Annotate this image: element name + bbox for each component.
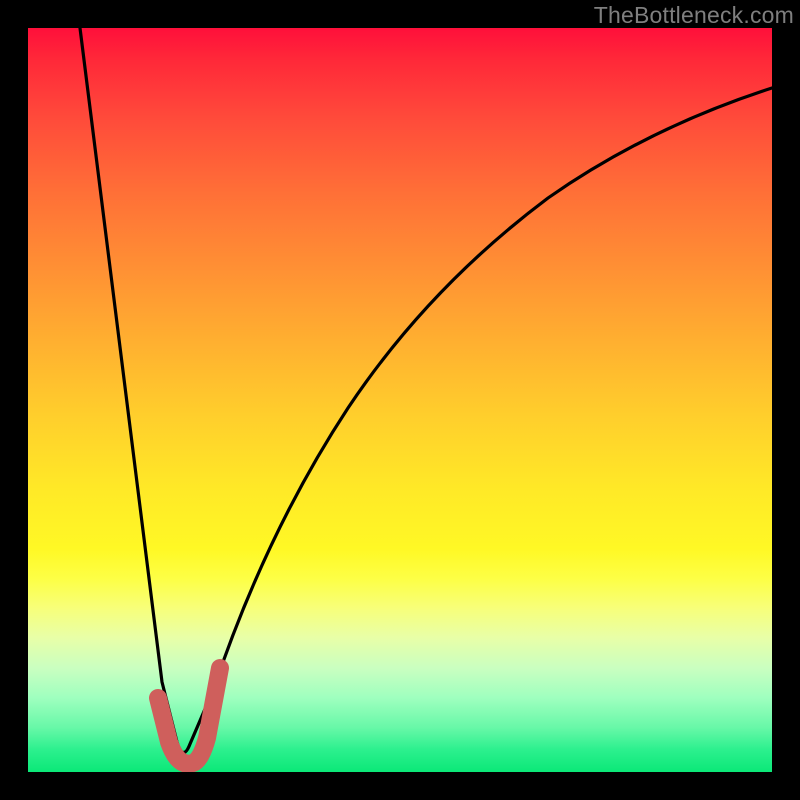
watermark-text: TheBottleneck.com bbox=[594, 2, 794, 29]
bottleneck-curve bbox=[28, 28, 772, 772]
chart-frame: TheBottleneck.com bbox=[0, 0, 800, 800]
curve-path bbox=[80, 28, 772, 753]
plot-area bbox=[28, 28, 772, 772]
highlight-path bbox=[158, 668, 220, 764]
